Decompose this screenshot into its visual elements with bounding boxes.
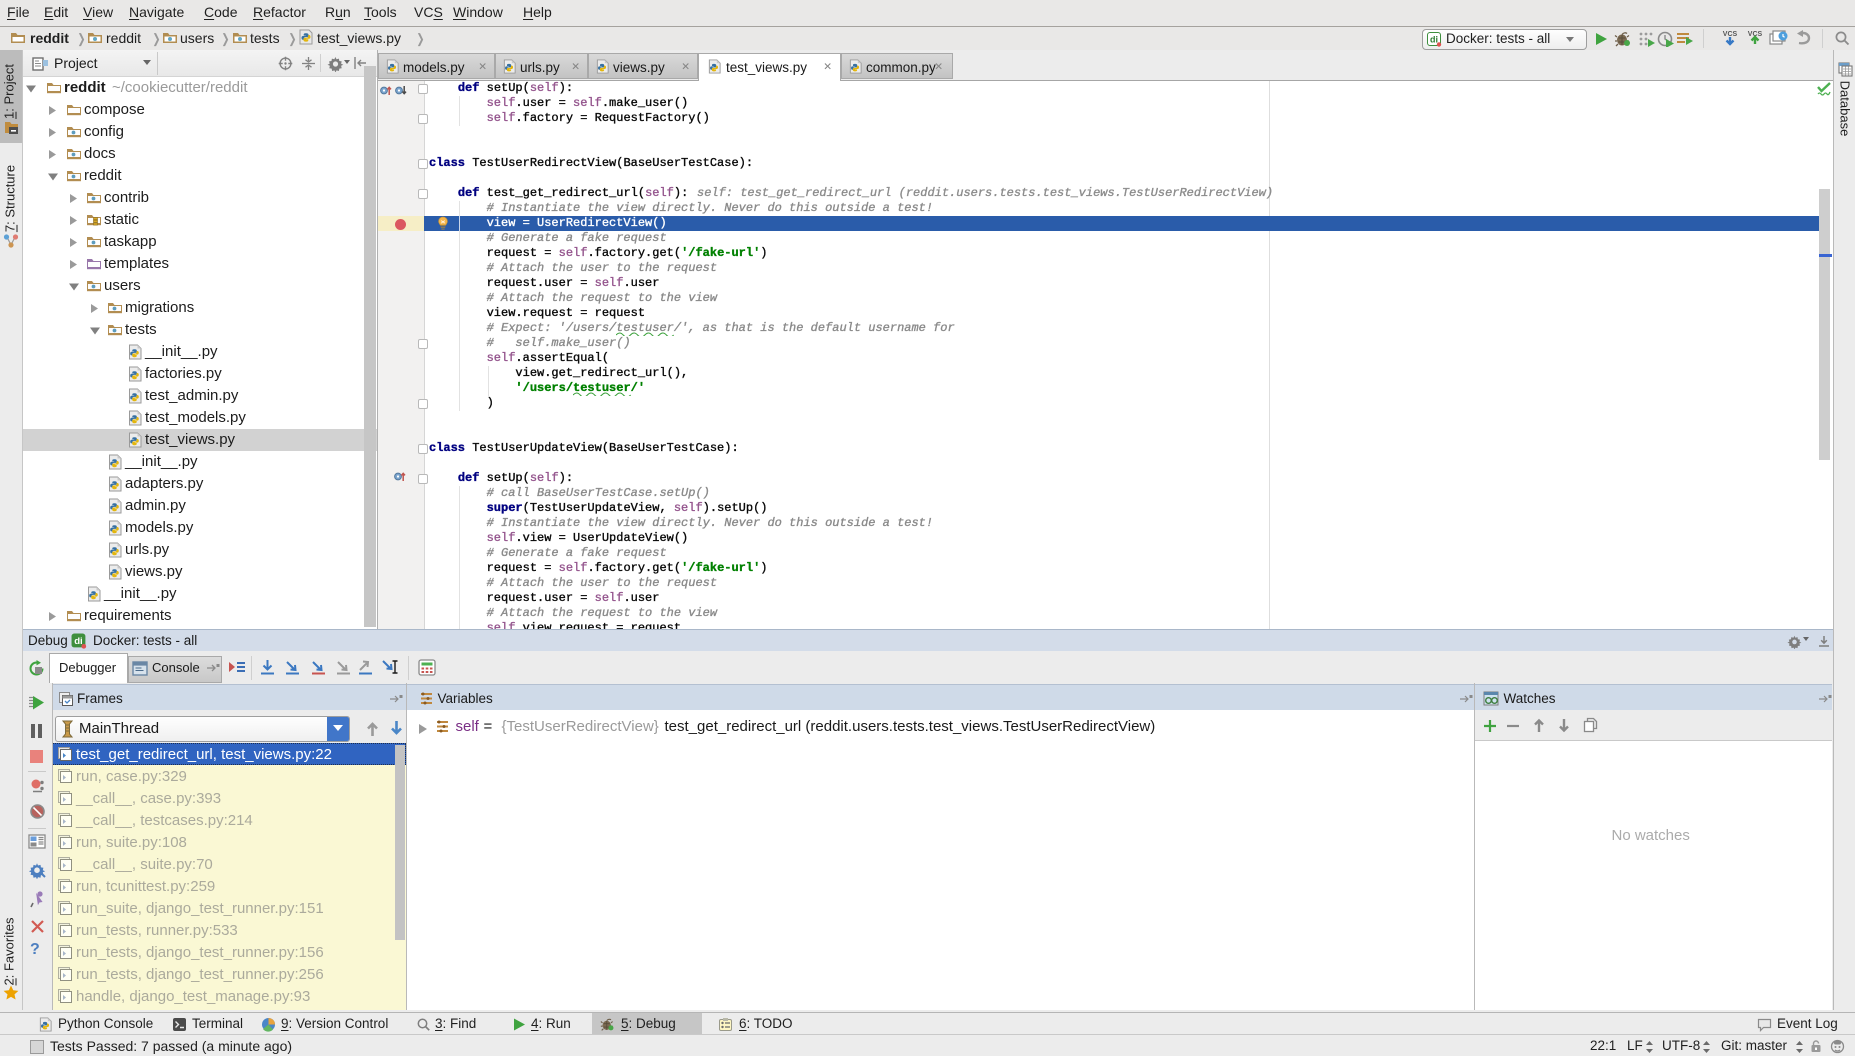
svg-text:di: di xyxy=(74,636,83,647)
svg-text:VCS: VCS xyxy=(1723,31,1738,38)
svg-text:di: di xyxy=(1430,35,1438,45)
